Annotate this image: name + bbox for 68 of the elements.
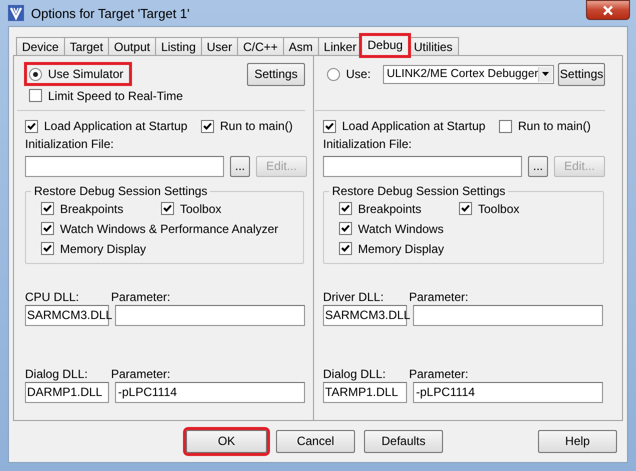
tab[interactable]: Listing (155, 37, 202, 55)
checkmark-icon (27, 122, 36, 130)
field-label: CPU DLL: (25, 290, 80, 305)
checkbox[interactable]: Memory Display (339, 240, 603, 257)
group-title: Restore Debug Session Settings (331, 184, 506, 198)
checkmark-icon (163, 204, 172, 213)
field-label: Driver DLL: (323, 290, 385, 305)
checkmark-icon (341, 244, 350, 253)
parameter-field[interactable]: -pLPC1114 (115, 382, 305, 403)
settings-button[interactable]: Settings (558, 62, 605, 86)
dll-field[interactable]: DARMP1.DLL (25, 382, 109, 403)
checkbox[interactable]: Memory Display (41, 240, 303, 257)
checkmark-icon (341, 204, 350, 213)
field-label: Parameter: (409, 290, 468, 305)
field-label: Dialog DLL: (25, 367, 89, 382)
checkbox[interactable]: Limit Speed to Real-Time (29, 87, 183, 104)
checkbox[interactable]: Breakpoints (339, 200, 459, 217)
tab[interactable]: Asm (282, 37, 319, 55)
parameter-field[interactable] (413, 305, 603, 326)
edit-button: Edit... (256, 156, 307, 176)
checkbox[interactable]: Toolbox (161, 200, 303, 217)
app-logo-icon (8, 5, 24, 21)
tab[interactable]: Target (64, 37, 110, 55)
checkmark-icon (43, 244, 52, 253)
checkmark-icon (43, 204, 52, 213)
group-title: Restore Debug Session Settings (33, 184, 208, 198)
tab[interactable]: Debug (361, 35, 409, 56)
field-label: Initialization File: (25, 137, 114, 153)
tab[interactable]: C/C++ (237, 37, 284, 55)
radio-button[interactable]: Use Simulator (25, 63, 132, 85)
checkmark-icon (461, 204, 470, 213)
field-label: Parameter: (111, 290, 170, 305)
checkmark-icon (43, 224, 52, 233)
edit-button: Edit... (554, 156, 605, 176)
input-field[interactable] (323, 156, 522, 176)
checkbox[interactable]: Watch Windows (339, 220, 603, 237)
dll-field[interactable]: TARMP1.DLL (323, 382, 407, 403)
dialog-button[interactable]: Defaults (364, 430, 443, 452)
field-label: Parameter: (409, 367, 468, 382)
parameter-field[interactable]: -pLPC1114 (413, 382, 603, 403)
radio-button[interactable]: Use: (323, 63, 379, 85)
checkbox[interactable]: Load Application at Startup (25, 118, 201, 134)
tab[interactable]: Output (108, 37, 156, 55)
input-field[interactable] (25, 156, 224, 176)
checkmark-icon (203, 122, 212, 130)
tab[interactable]: Device (16, 37, 65, 55)
checkbox[interactable]: Run to main() (499, 118, 591, 134)
field-label: Dialog DLL: (323, 367, 387, 382)
close-icon (602, 4, 614, 16)
checkbox[interactable]: Watch Windows & Performance Analyzer (41, 220, 303, 237)
checkbox[interactable]: Toolbox (459, 200, 603, 217)
field-label: Parameter: (111, 367, 170, 382)
tab[interactable]: User (200, 37, 238, 55)
parameter-field[interactable] (115, 305, 305, 326)
browse-button[interactable]: ... (528, 156, 548, 176)
settings-button[interactable]: Settings (247, 62, 305, 86)
window-title: Options for Target 'Target 1' (31, 6, 191, 20)
dialog-button[interactable]: Cancel (276, 430, 355, 452)
browse-button[interactable]: ... (230, 156, 250, 176)
checkbox[interactable]: Load Application at Startup (323, 118, 499, 134)
checkmark-icon (341, 224, 350, 233)
dialog-button[interactable]: Help (538, 430, 617, 452)
field-label: Initialization File: (323, 137, 412, 153)
close-button[interactable] (586, 0, 630, 20)
checkbox[interactable]: Breakpoints (41, 200, 161, 217)
checkbox[interactable]: Run to main() (201, 118, 293, 134)
checkmark-icon (325, 122, 334, 130)
debugger-dropdown[interactable]: ULINK2/ME Cortex Debugger (382, 64, 554, 84)
